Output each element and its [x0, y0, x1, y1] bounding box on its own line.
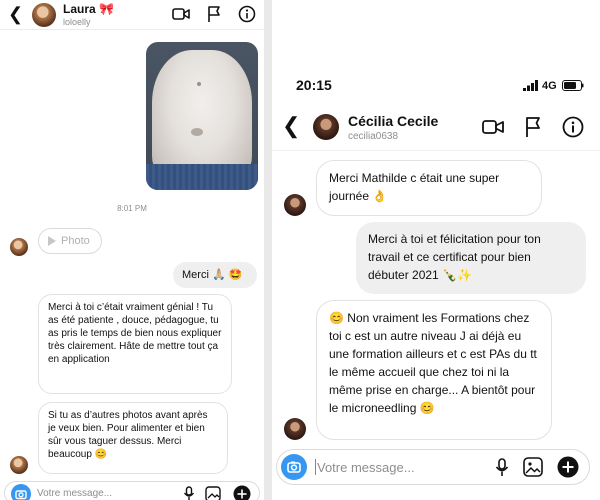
message-input-placeholder[interactable]: Votre message... — [37, 488, 112, 499]
camera-icon[interactable] — [281, 454, 307, 480]
incoming-message[interactable]: Si tu as d’autres photos avant après je … — [38, 402, 228, 474]
incoming-message[interactable]: 😊 Non vraiment les Formations chez toi c… — [316, 300, 552, 440]
info-icon[interactable] — [562, 116, 584, 138]
signal-icon — [523, 80, 538, 91]
chat-header: ❮ Laura 🎀 loloelly — [0, 0, 264, 30]
message-input-placeholder[interactable]: Votre message... — [317, 460, 415, 475]
right-chat-screenshot: 20:15 4G ❮ Cécilia Cecile cecilia0638 Me… — [272, 0, 600, 500]
photo-navel — [191, 128, 203, 136]
incoming-message[interactable]: Merci Mathilde c était une super journée… — [316, 160, 542, 216]
photo-jeans — [146, 164, 258, 190]
outgoing-message[interactable]: Merci 🙏🏼 🤩 — [173, 262, 257, 288]
video-camera-icon[interactable] — [172, 6, 190, 22]
gallery-icon[interactable] — [523, 457, 543, 477]
play-icon — [48, 236, 56, 246]
avatar[interactable] — [313, 114, 339, 140]
photo-reply-pill[interactable]: Photo — [38, 228, 102, 254]
bow-emoji: 🎀 — [99, 2, 114, 16]
gallery-icon[interactable] — [205, 486, 221, 500]
microphone-icon[interactable] — [495, 458, 509, 478]
video-camera-icon[interactable] — [482, 117, 504, 137]
add-icon[interactable] — [233, 485, 251, 500]
avatar — [284, 194, 306, 216]
add-icon[interactable] — [557, 456, 579, 478]
contact-username: cecilia0638 — [348, 131, 399, 142]
outgoing-message[interactable]: Merci à toi et félicitation pour ton tra… — [356, 222, 586, 294]
network-indicator: 4G — [542, 80, 557, 92]
photo-skin — [152, 50, 252, 182]
avatar — [10, 238, 28, 256]
camera-icon[interactable] — [11, 484, 31, 500]
microphone-icon[interactable] — [183, 486, 195, 500]
photo-pill-label: Photo — [61, 235, 90, 247]
back-arrow-icon[interactable]: ❮ — [8, 4, 23, 24]
avatar — [10, 456, 28, 474]
contact-username: loloelly — [63, 17, 91, 27]
contact-name-text: Laura — [63, 2, 96, 16]
contact-name[interactable]: Laura 🎀 — [63, 2, 114, 16]
message-timestamp: 8:01 PM — [117, 204, 147, 213]
header-divider — [272, 150, 600, 151]
message-composer[interactable]: Votre message... — [4, 481, 260, 500]
left-chat-screenshot: ❮ Laura 🎀 loloelly 8:01 PM Photo Merci � — [0, 0, 264, 500]
status-bar-time: 20:15 — [296, 77, 332, 93]
flag-icon[interactable] — [206, 5, 222, 23]
contact-name[interactable]: Cécilia Cecile — [348, 113, 438, 129]
back-arrow-icon[interactable]: ❮ — [282, 113, 300, 139]
battery-icon — [562, 80, 584, 91]
avatar[interactable] — [32, 3, 56, 27]
photo-mark — [197, 82, 201, 86]
text-cursor — [315, 459, 316, 475]
incoming-message[interactable]: Merci à toi c’était vraiment génial ! Tu… — [38, 294, 232, 394]
info-icon[interactable] — [238, 5, 256, 23]
shared-photo[interactable] — [146, 42, 258, 190]
avatar — [284, 418, 306, 440]
message-composer[interactable]: Votre message... — [276, 449, 590, 485]
flag-icon[interactable] — [524, 116, 542, 138]
